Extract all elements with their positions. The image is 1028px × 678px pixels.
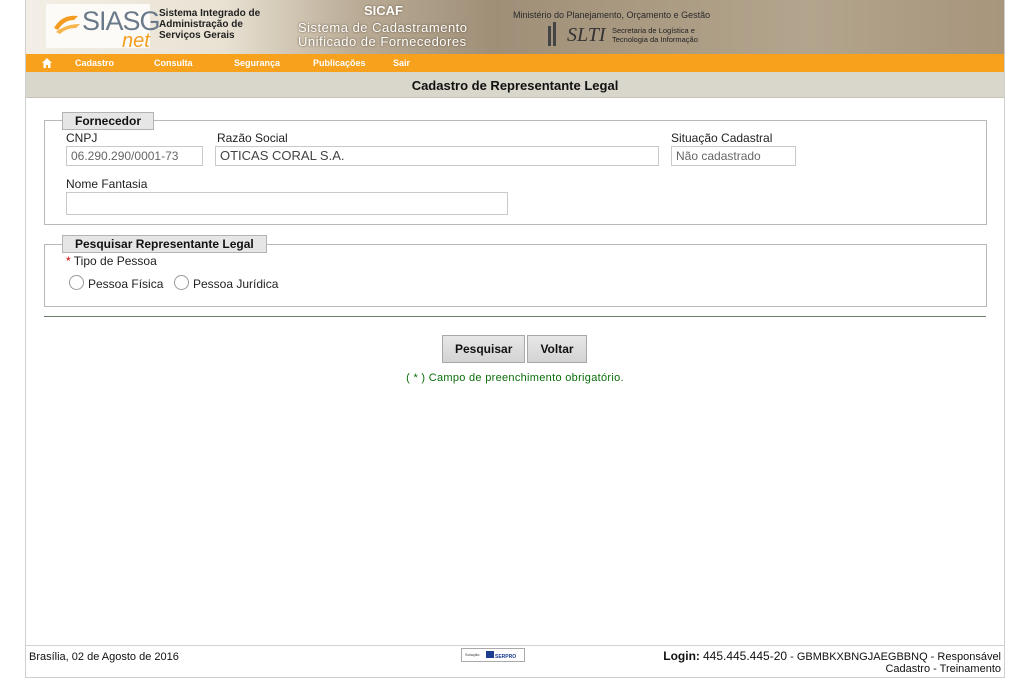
page-title: Cadastro de Representante Legal bbox=[411, 78, 619, 93]
sicaf-title: SICAF bbox=[364, 3, 403, 18]
pesquisar-button[interactable]: Pesquisar bbox=[442, 335, 525, 363]
slti-subtitle: Secretaria de Logística e Tecnologia da … bbox=[612, 26, 732, 44]
pessoa-juridica-label[interactable]: Pessoa Jurídica bbox=[193, 277, 278, 291]
svg-text:SERPRO: SERPRO bbox=[495, 654, 516, 660]
nome-fantasia-field[interactable] bbox=[66, 192, 508, 215]
nome-fantasia-label: Nome Fantasia bbox=[66, 177, 148, 191]
system-name-line: Administração de bbox=[159, 19, 243, 30]
fornecedor-legend: Fornecedor bbox=[62, 112, 155, 130]
page-title-bar: Cadastro de Representante Legal bbox=[26, 72, 1004, 98]
razao-social-label: Razão Social bbox=[217, 131, 288, 145]
nav-publicacoes[interactable]: Publicações bbox=[313, 58, 366, 68]
footer-date: Brasília, 02 de Agosto de 2016 bbox=[29, 651, 179, 663]
ministry-name: Ministério do Planejamento, Orçamento e … bbox=[513, 10, 711, 20]
cnpj-field[interactable] bbox=[66, 146, 203, 166]
home-icon[interactable] bbox=[41, 57, 53, 69]
situacao-cadastral-field[interactable] bbox=[671, 146, 796, 166]
slti-subtitle-line: Tecnologia da Informação bbox=[612, 35, 698, 44]
login-value: 445.445.445-20 bbox=[702, 649, 788, 663]
svg-text:Solução: Solução bbox=[465, 652, 480, 657]
slti-subtitle-line: Secretaria de Logística e bbox=[612, 26, 695, 35]
voltar-button[interactable]: Voltar bbox=[527, 335, 587, 363]
pesquisar-legend: Pesquisar Representante Legal bbox=[62, 235, 267, 253]
serpro-logo: Solução SERPRO bbox=[461, 648, 525, 662]
cnpj-label: CNPJ bbox=[66, 131, 98, 145]
header-banner: SIASG net Sistema Integrado de Administr… bbox=[26, 0, 1004, 54]
login-line2: Cadastro - Treinamento bbox=[885, 663, 1001, 675]
pessoa-fisica-label[interactable]: Pessoa Física bbox=[88, 277, 163, 291]
situacao-cadastral-label: Situação Cadastral bbox=[671, 131, 773, 145]
login-profile: - GBMBKXBNGJAEGBBNQ - Responsável bbox=[787, 651, 1001, 663]
login-line: Login: 445.445.445-20 - GBMBKXBNGJAEGBBN… bbox=[663, 650, 1001, 663]
nav-consulta[interactable]: Consulta bbox=[154, 58, 193, 68]
slti-logo-text: SLTI bbox=[567, 24, 606, 46]
siasg-logo: SIASG net bbox=[46, 4, 161, 52]
required-mark: * bbox=[66, 254, 71, 268]
nav-cadastro[interactable]: Cadastro bbox=[75, 58, 114, 68]
main-nav: Cadastro Consulta Segurança Publicações … bbox=[26, 54, 1004, 72]
sicaf-subtitle-line2: Unificado de Fornecedores bbox=[298, 34, 467, 49]
login-label: Login: bbox=[663, 649, 700, 663]
pessoa-juridica-radio[interactable] bbox=[174, 275, 189, 290]
nav-seguranca[interactable]: Segurança bbox=[234, 58, 280, 68]
siasg-logo-icon bbox=[54, 15, 80, 34]
footer: Brasília, 02 de Agosto de 2016 Solução S… bbox=[26, 645, 1004, 678]
pessoa-fisica-radio[interactable] bbox=[69, 275, 84, 290]
razao-social-field[interactable] bbox=[215, 146, 659, 166]
system-name-line: Sistema Integrado de bbox=[159, 8, 261, 19]
siasg-logo-net: net bbox=[122, 30, 150, 52]
page-container: SIASG net Sistema Integrado de Administr… bbox=[25, 0, 1005, 678]
nav-sair[interactable]: Sair bbox=[393, 58, 410, 68]
tipo-pessoa-label: * Tipo de Pessoa bbox=[66, 254, 157, 268]
section-divider bbox=[44, 316, 986, 317]
sicaf-subtitle-line1: Sistema de Cadastramento bbox=[298, 20, 468, 35]
required-field-note: ( * ) Campo de preenchimento obrigatório… bbox=[406, 372, 624, 384]
serpro-logo-icon: Solução SERPRO bbox=[465, 651, 516, 660]
tipo-pessoa-text: Tipo de Pessoa bbox=[73, 254, 157, 268]
system-name: Sistema Integrado de Administração de Se… bbox=[159, 8, 269, 41]
system-name-line: Serviços Gerais bbox=[159, 30, 235, 41]
footer-login-info: Login: 445.445.445-20 - GBMBKXBNGJAEGBBN… bbox=[663, 650, 1001, 675]
